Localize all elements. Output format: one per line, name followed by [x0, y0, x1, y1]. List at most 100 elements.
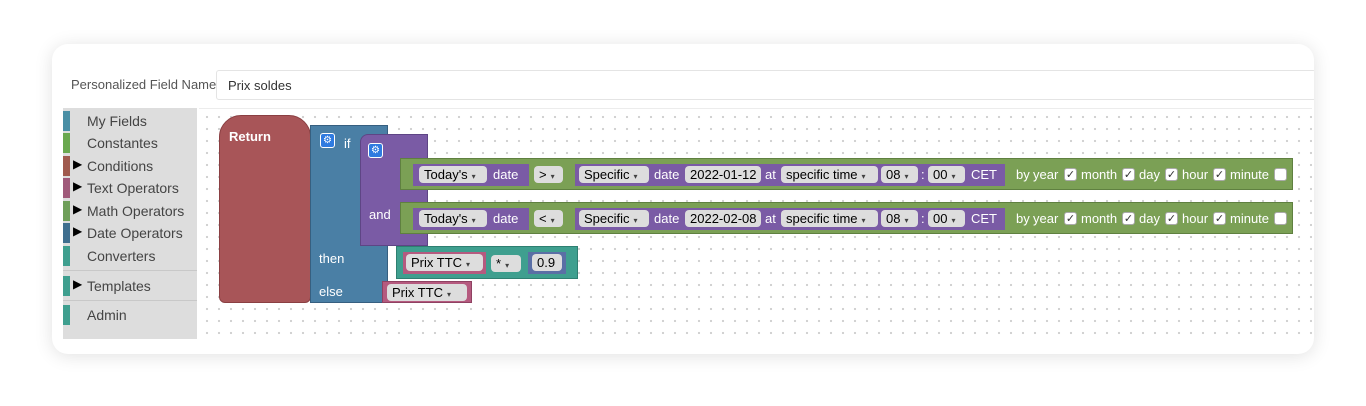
time-mode-dropdown[interactable]: specific time ▾ [781, 166, 878, 183]
day-checkbox[interactable]: ✓ [1165, 212, 1178, 225]
blockly-workspace[interactable]: Return ⚙ if then else ⚙ and Today's ▾ dat… [199, 108, 1312, 339]
category-color-bar [63, 223, 70, 243]
today-dropdown[interactable]: Today's ▾ [419, 166, 487, 183]
operator-dropdown[interactable]: < ▾ [534, 210, 563, 227]
math-operator-dropdown[interactable]: * ▾ [491, 255, 521, 272]
month-label: month [1081, 211, 1118, 226]
toolbox-my-fields[interactable]: My Fields [63, 111, 197, 131]
operator-dropdown[interactable]: > ▾ [534, 166, 563, 183]
specific-date-block[interactable]: Specific ▾ date 2022-02-08 at specific ti… [575, 208, 1005, 230]
chevron-down-icon: ▾ [550, 216, 555, 225]
minute-checkbox[interactable] [1274, 212, 1287, 225]
hour-dropdown[interactable]: 08 ▾ [881, 166, 918, 183]
else-field-block[interactable]: Prix TTC ▾ [382, 281, 472, 303]
toolbox-label: Date Operators [87, 225, 183, 241]
day-label: day [1139, 167, 1160, 182]
by-label: by [1016, 167, 1030, 182]
number-block[interactable]: 0.9 [528, 252, 566, 274]
operator-value: > [539, 167, 547, 182]
toolbox-text-operators[interactable]: ▶ Text Operators [63, 178, 197, 198]
toolbox: My Fields Constantes ▶ Conditions ▶ Text… [63, 108, 197, 339]
minute-dropdown[interactable]: 00 ▾ [928, 210, 965, 227]
field-dropdown[interactable]: Prix TTC ▾ [387, 284, 467, 301]
field-name-input[interactable] [216, 70, 1314, 100]
toolbox-constantes[interactable]: Constantes [63, 133, 197, 153]
year-checkbox[interactable]: ✓ [1064, 168, 1077, 181]
toolbox-converters[interactable]: Converters [63, 246, 197, 266]
colon-label: : [921, 167, 925, 182]
toolbox-label: Text Operators [87, 180, 179, 196]
date-compare-block-1[interactable]: Today's ▾ date > ▾ Specific ▾ date 2022-01-… [400, 158, 1293, 190]
time-mode-dropdown[interactable]: specific time ▾ [781, 210, 878, 227]
hour-checkbox[interactable]: ✓ [1213, 212, 1226, 225]
minute-checkbox[interactable] [1274, 168, 1287, 181]
gear-icon[interactable]: ⚙ [368, 143, 383, 158]
hour-label: hour [1182, 167, 1209, 182]
chevron-down-icon: ▾ [550, 172, 555, 181]
toolbox-templates[interactable]: ▶ Templates [63, 276, 197, 296]
today-date-block[interactable]: Today's ▾ date [413, 208, 529, 230]
return-block[interactable]: Return [219, 115, 311, 303]
month-label: month [1081, 167, 1118, 182]
timezone-label: CET [971, 167, 997, 182]
hour-checkbox[interactable]: ✓ [1213, 168, 1226, 181]
category-color-bar [63, 201, 70, 221]
date-compare-block-2[interactable]: Today's ▾ date < ▾ Specific ▾ date 2022-02-… [400, 202, 1293, 234]
specific-dropdown[interactable]: Specific ▾ [579, 210, 649, 227]
toolbox-label: Constantes [87, 135, 158, 151]
field-value: Prix TTC [392, 285, 444, 300]
time-mode-value: specific time [786, 211, 858, 226]
chevron-down-icon: ▾ [505, 261, 510, 270]
minute-value: 00 [933, 211, 948, 226]
field-dropdown[interactable]: Prix TTC ▾ [406, 254, 483, 271]
minute-label: minute [1230, 167, 1270, 182]
toolbox-conditions[interactable]: ▶ Conditions [63, 156, 197, 176]
minute-dropdown[interactable]: 00 ▾ [928, 166, 965, 183]
toolbox-date-operators[interactable]: ▶ Date Operators [63, 223, 197, 243]
category-color-bar [63, 156, 70, 176]
month-checkbox[interactable]: ✓ [1122, 168, 1135, 181]
editor-card: Personalized Field Name My Fields Consta… [52, 44, 1314, 354]
expand-arrow-icon[interactable]: ▶ [73, 224, 82, 238]
expand-arrow-icon[interactable]: ▶ [73, 157, 82, 171]
toolbox-admin[interactable]: Admin [63, 305, 197, 325]
gear-icon[interactable]: ⚙ [320, 133, 335, 148]
number-input[interactable]: 0.9 [532, 254, 562, 271]
chevron-down-icon: ▾ [861, 172, 866, 181]
specific-value: Specific [584, 167, 630, 182]
today-date-block[interactable]: Today's ▾ date [413, 164, 529, 186]
toolbox-label: My Fields [87, 113, 147, 129]
specific-date-block[interactable]: Specific ▾ date 2022-01-12 at specific ti… [575, 164, 1005, 186]
toolbox-label: Converters [87, 248, 156, 264]
expand-arrow-icon[interactable]: ▶ [73, 202, 82, 216]
category-color-bar [63, 133, 70, 153]
return-label: Return [229, 129, 271, 144]
at-label: at [765, 167, 776, 182]
expand-arrow-icon[interactable]: ▶ [73, 277, 82, 291]
field-name-label: Personalized Field Name [71, 77, 217, 92]
toolbox-separator [63, 300, 197, 301]
at-label: at [765, 211, 776, 226]
chevron-down-icon: ▾ [904, 216, 909, 225]
date-input[interactable]: 2022-02-08 [685, 210, 761, 227]
then-label: then [319, 251, 345, 266]
date-label: date [654, 167, 680, 182]
chevron-down-icon: ▾ [466, 260, 471, 269]
specific-dropdown[interactable]: Specific ▾ [579, 166, 649, 183]
toolbox-math-operators[interactable]: ▶ Math Operators [63, 201, 197, 221]
date-label: date [654, 211, 680, 226]
day-checkbox[interactable]: ✓ [1165, 168, 1178, 181]
chevron-down-icon: ▾ [904, 172, 909, 181]
date-input[interactable]: 2022-01-12 [685, 166, 761, 183]
year-checkbox[interactable]: ✓ [1064, 212, 1077, 225]
today-dropdown[interactable]: Today's ▾ [419, 210, 487, 227]
year-label: year [1033, 211, 1059, 226]
math-multiply-block[interactable]: Prix TTC ▾ * ▾ 0.9 [396, 246, 578, 279]
field-block[interactable]: Prix TTC ▾ [403, 252, 486, 274]
today-value: Today's [424, 211, 468, 226]
if-label: if [344, 136, 351, 151]
month-checkbox[interactable]: ✓ [1122, 212, 1135, 225]
toolbox-label: Math Operators [87, 203, 185, 219]
hour-dropdown[interactable]: 08 ▾ [881, 210, 918, 227]
expand-arrow-icon[interactable]: ▶ [73, 179, 82, 193]
